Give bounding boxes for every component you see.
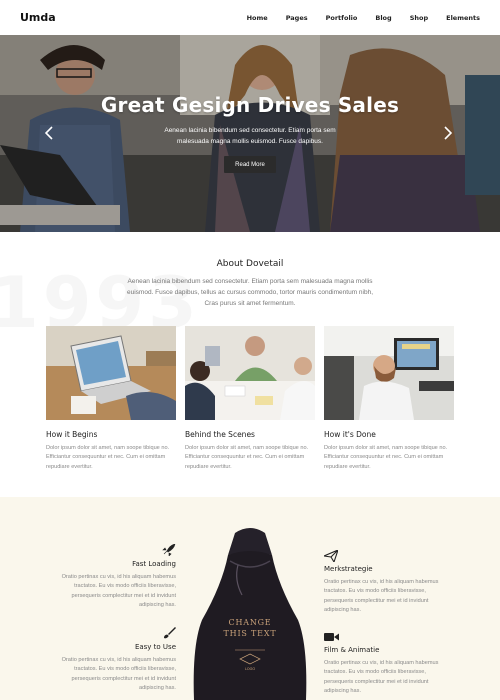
- card-image-office[interactable]: [324, 326, 454, 420]
- feature-text: Oratio pertinax cu vis, id his aliquam h…: [61, 574, 176, 609]
- product-bag: CHANGE THIS TEXT LOGO: [190, 525, 310, 700]
- top-nav: Umda Home Pages Portfolio Blog Shop Elem…: [0, 0, 500, 35]
- feature-title: Fast Loading: [132, 560, 176, 568]
- card-image-laptop[interactable]: [46, 326, 176, 420]
- card-title: How it's Done: [324, 430, 376, 439]
- card-title: How it Begins: [46, 430, 98, 439]
- card-title: Behind the Scenes: [185, 430, 255, 439]
- hero-subtitle: Aenean lacinia bibendum sed consectetur.…: [164, 127, 336, 145]
- chevron-right-icon[interactable]: [441, 124, 455, 142]
- feature-text: Oratio pertinax cu vis, id his aliquam h…: [324, 660, 439, 695]
- brush-icon: [56, 627, 176, 639]
- bag-print-text: CHANGE THIS TEXT: [223, 618, 277, 638]
- feature-card: How it's Done Dolor ipsum dolor sit amet…: [324, 326, 454, 472]
- main-menu: Home Pages Portfolio Blog Shop Elements: [229, 14, 480, 22]
- nav-blog[interactable]: Blog: [375, 14, 391, 22]
- feature-title: Film & Animatie: [324, 646, 380, 654]
- nav-portfolio[interactable]: Portfolio: [326, 14, 358, 22]
- site-logo[interactable]: Umda: [20, 11, 56, 24]
- feature-card: Behind the Scenes Dolor ipsum dolor sit …: [185, 326, 315, 472]
- read-more-button[interactable]: Read More: [224, 156, 276, 173]
- feature-merkstrategie: Merkstrategie Oratio pertinax cu vis, id…: [323, 549, 444, 616]
- about-text: Aenean lacinia bibendum sed consectetur.…: [126, 278, 374, 307]
- rocket-icon: [56, 544, 176, 556]
- feature-title: Merkstrategie: [324, 565, 373, 573]
- feature-text: Oratio pertinax cu vis, id his aliquam h…: [324, 579, 439, 614]
- card-text: Dolor ipsum dolor sit amet, nam soope ti…: [185, 445, 309, 470]
- paper-plane-icon: [323, 549, 444, 563]
- feature-fast-loading: Fast Loading Oratio pertinax cu vis, id …: [56, 544, 176, 611]
- nav-home[interactable]: Home: [247, 14, 268, 22]
- feature-text: Oratio pertinax cu vis, id his aliquam h…: [61, 657, 176, 692]
- feature-film-animatie: Film & Animatie Oratio pertinax cu vis, …: [324, 630, 444, 697]
- feature-easy-to-use: Easy to Use Oratio pertinax cu vis, id h…: [56, 627, 176, 694]
- card-image-meeting[interactable]: [185, 326, 315, 420]
- about-title: About Dovetail: [216, 259, 284, 269]
- card-text: Dolor ipsum dolor sit amet, nam soope ti…: [324, 445, 448, 470]
- nav-elements[interactable]: Elements: [446, 14, 480, 22]
- feature-card: How it Begins Dolor ipsum dolor sit amet…: [46, 326, 176, 472]
- bag-logo-label: LOGO: [244, 667, 256, 671]
- hero-slider: Great Gesign Drives Sales Aenean lacinia…: [0, 35, 500, 232]
- nav-pages[interactable]: Pages: [286, 14, 308, 22]
- video-camera-icon: [324, 630, 444, 642]
- hero-title: Great Gesign Drives Sales: [100, 93, 400, 117]
- about-section: 1993 About Dovetail Aenean lacinia biben…: [0, 232, 500, 497]
- chevron-left-icon[interactable]: [42, 124, 56, 142]
- nav-shop[interactable]: Shop: [410, 14, 428, 22]
- feature-title: Easy to Use: [134, 643, 176, 651]
- features-section: Fast Loading Oratio pertinax cu vis, id …: [0, 497, 500, 700]
- card-text: Dolor ipsum dolor sit amet, nam soope ti…: [46, 445, 170, 470]
